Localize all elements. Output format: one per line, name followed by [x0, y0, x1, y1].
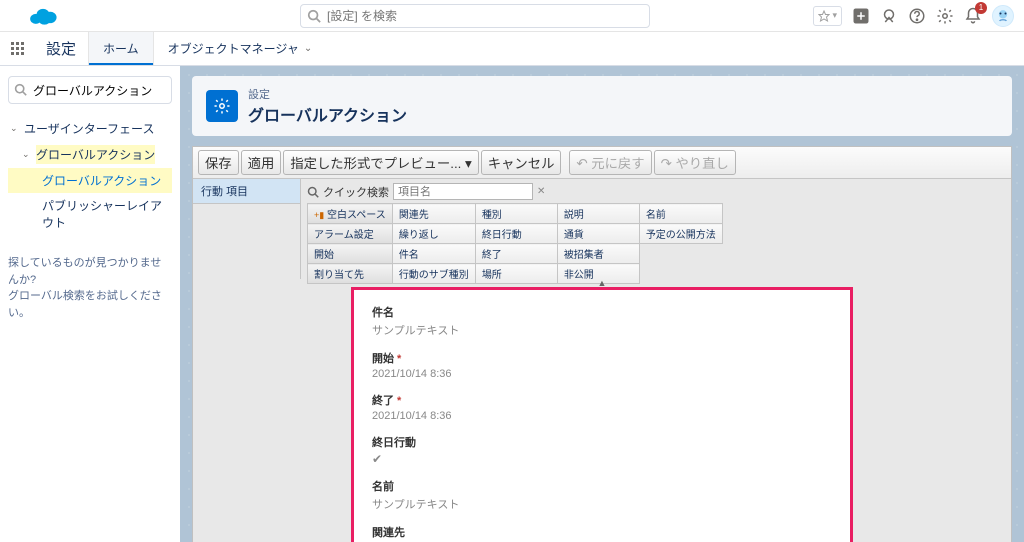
page-title: グローバルアクション [248, 102, 407, 126]
save-button[interactable]: 保存 [198, 150, 239, 175]
chevron-down-icon: ⌄ [304, 43, 312, 54]
preview-field-label: 関連先 [372, 524, 832, 540]
search-icon [307, 186, 319, 198]
redo-button[interactable]: ↷ やり直し [654, 150, 736, 175]
triangle-up-icon: ▲ [598, 278, 607, 288]
preview-field-label: 名前 [372, 478, 832, 494]
preview-field-value: 2021/10/14 8:36 [372, 410, 832, 422]
palette-categories: 行動 項目 [193, 179, 301, 279]
global-header: ▾ 1 [0, 0, 1024, 32]
field-item[interactable]: 件名 [392, 244, 475, 264]
page-header: 設定 グローバルアクション [192, 76, 1012, 136]
notifications-icon[interactable]: 1 [964, 7, 982, 25]
field-item[interactable]: 割り当て先 [308, 264, 393, 284]
preview-field-value: 2021/10/14 8:36 [372, 368, 832, 380]
tree-item-global-actions-sub[interactable]: グローバルアクション [8, 168, 172, 193]
preview-field-label: 終了* [372, 392, 832, 408]
search-icon [307, 9, 321, 23]
gear-icon [206, 90, 238, 122]
palette-category-event-fields[interactable]: 行動 項目 [193, 179, 300, 204]
field-item[interactable]: +▮ 空白スペース [308, 204, 393, 224]
clear-icon[interactable]: ✕ [537, 186, 545, 197]
preview-field-label: 終日行動 [372, 434, 832, 450]
setup-search-input[interactable] [8, 76, 172, 104]
favorites-button[interactable]: ▾ [813, 6, 842, 26]
tree-item-global-actions[interactable]: ⌄グローバルアクション [8, 141, 172, 168]
field-item[interactable]: 場所 [475, 264, 557, 284]
field-item[interactable]: 被招集者 [557, 244, 639, 264]
field-item[interactable]: 種別 [475, 204, 557, 224]
quick-find-label: クイック検索 [323, 184, 389, 200]
field-item[interactable]: 繰り返し [392, 224, 475, 244]
trailhead-icon[interactable] [880, 7, 898, 25]
layout-preview: 件名 サンプルテキスト 開始* 2021/10/14 8:36 終了* 2021… [351, 287, 853, 542]
help-icon[interactable] [908, 7, 926, 25]
field-item[interactable]: 予定の公開方法 [639, 224, 722, 244]
tab-object-manager[interactable]: オブジェクトマネージャ⌄ [153, 32, 327, 65]
field-item[interactable]: 行動のサブ種別 [392, 264, 475, 284]
quick-find-input[interactable] [393, 183, 533, 200]
field-item[interactable]: 終了 [475, 244, 557, 264]
preview-field-label: 開始* [372, 350, 832, 366]
field-item[interactable]: 名前 [639, 204, 722, 224]
app-launcher-icon[interactable] [0, 32, 34, 65]
setup-gear-icon[interactable] [936, 7, 954, 25]
salesforce-logo-icon[interactable] [28, 6, 58, 26]
field-item[interactable]: 関連先 [392, 204, 475, 224]
notifications-badge: 1 [975, 2, 987, 14]
cancel-button[interactable]: キャンセル [481, 150, 562, 175]
breadcrumb: 設定 [248, 86, 407, 102]
sidebar-help-text: 探しているものが見つかりませんか? グローバル検索をお試しください。 [8, 255, 172, 321]
global-search [300, 4, 650, 28]
preview-field-value: サンプルテキスト [372, 322, 832, 338]
search-icon [14, 83, 27, 96]
field-item[interactable]: アラーム設定 [308, 224, 393, 244]
editor-toolbar: 保存 適用 指定した形式でプレビュー... ▾ キャンセル ↶ 元に戻す ↷ や… [193, 147, 1011, 179]
field-item[interactable]: 通貨 [557, 224, 639, 244]
avatar[interactable] [992, 5, 1014, 27]
app-title: 設定 [34, 32, 88, 65]
main-area: 設定 グローバルアクション 保存 適用 指定した形式でプレビュー... ▾ キャ… [180, 66, 1024, 542]
chevron-down-icon: ⌄ [22, 149, 32, 160]
apply-button[interactable]: 適用 [241, 150, 282, 175]
preview-field-value: ✔︎ [372, 452, 832, 466]
preview-as-button[interactable]: 指定した形式でプレビュー... ▾ [283, 150, 478, 175]
field-item[interactable]: 説明 [557, 204, 639, 224]
field-palette: +▮ 空白スペース 関連先 種別 説明 名前 アラーム設定 繰り返し 終日行動 … [307, 203, 723, 284]
field-item[interactable]: 終日行動 [475, 224, 557, 244]
global-search-input[interactable] [300, 4, 650, 28]
undo-button[interactable]: ↶ 元に戻す [569, 150, 651, 175]
nav-bar: 設定 ホーム オブジェクトマネージャ⌄ [0, 32, 1024, 66]
setup-sidebar: ⌄ユーザインターフェース ⌄グローバルアクション グローバルアクション パブリッ… [0, 66, 180, 542]
header-utilities: ▾ 1 [813, 5, 1014, 27]
add-icon[interactable] [852, 7, 870, 25]
preview-field-label: 件名 [372, 304, 832, 320]
preview-field-value: サンプルテキスト [372, 496, 832, 512]
tree-section-ui[interactable]: ⌄ユーザインターフェース [8, 116, 172, 141]
field-item[interactable]: 開始 [308, 244, 393, 264]
tree-item-publisher-layouts[interactable]: パブリッシャーレイアウト [8, 193, 172, 235]
chevron-down-icon: ⌄ [10, 123, 20, 134]
tab-home[interactable]: ホーム [88, 32, 153, 65]
layout-editor: 保存 適用 指定した形式でプレビュー... ▾ キャンセル ↶ 元に戻す ↷ や… [192, 146, 1012, 542]
